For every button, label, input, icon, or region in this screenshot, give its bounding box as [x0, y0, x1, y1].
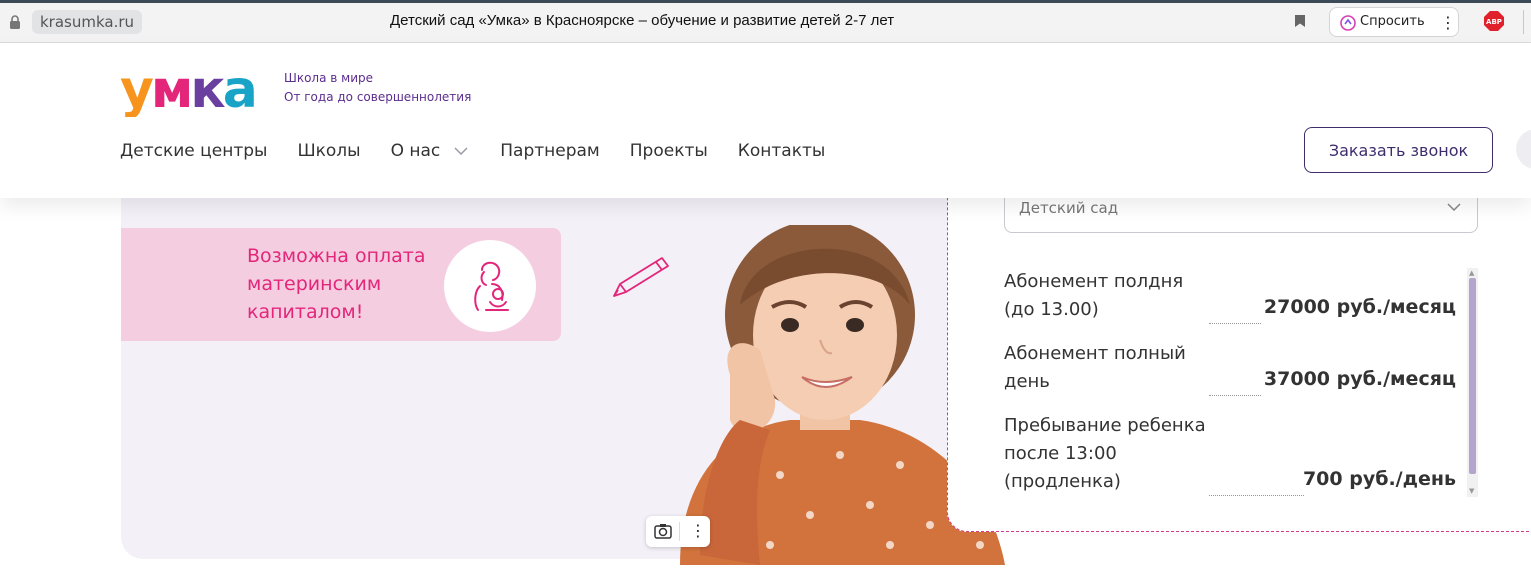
- site-header: умка Школа в мире От года до совершеннол…: [0, 43, 1531, 198]
- price-name-line: день: [1004, 371, 1050, 392]
- price-row: Абонемент полдня (до 13.00) 27000 руб./м…: [1004, 268, 1464, 324]
- header-round-button[interactable]: [1516, 129, 1531, 169]
- nav-children-centers[interactable]: Детские центры: [120, 141, 267, 161]
- price-name-line: Пребывание ребенка: [1004, 415, 1206, 436]
- price-name-line: Абонемент полдня: [1004, 271, 1184, 292]
- ask-button[interactable]: Спросить ⋮: [1329, 7, 1459, 37]
- image-tools-overlay: ⋮: [646, 516, 710, 547]
- dotted-leader: [1209, 395, 1261, 396]
- tagline-line: От года до совершеннолетия: [284, 90, 472, 104]
- nav-projects[interactable]: Проекты: [630, 141, 708, 161]
- scroll-down-arrow-icon[interactable]: ▼: [1469, 487, 1474, 495]
- banner-line: Возможна оплата: [247, 245, 426, 267]
- price-row: Пребывание ребенка после 13:00 (продленк…: [1004, 412, 1464, 496]
- banner-line: материнским: [247, 273, 382, 295]
- camera-search-icon[interactable]: [654, 523, 672, 539]
- svg-text:ABP: ABP: [1486, 18, 1502, 26]
- adblock-icon[interactable]: ABP: [1484, 11, 1504, 31]
- browser-toolbar: krasumka.ru Детский сад «Умка» в Красноя…: [0, 0, 1531, 43]
- price-value: 27000 руб./месяц: [1263, 296, 1456, 318]
- mother-child-icon-circle: [444, 240, 536, 332]
- order-call-button[interactable]: Заказать звонок: [1304, 127, 1493, 173]
- image-more-icon[interactable]: ⋮: [690, 521, 706, 540]
- ask-label: Спросить: [1360, 14, 1425, 29]
- banner-text: Возможна оплата материнским капиталом!: [247, 242, 426, 326]
- maternity-capital-banner: Возможна оплата материнским капиталом!: [121, 228, 561, 341]
- price-name: Абонемент полдня (до 13.00): [1004, 268, 1224, 324]
- dotted-leader: [1209, 323, 1261, 324]
- scroll-up-arrow-icon[interactable]: ▲: [1469, 269, 1474, 277]
- price-row: Абонемент полный день 37000 руб./месяц: [1004, 340, 1464, 396]
- tagline-line: Школа в мире: [284, 71, 373, 85]
- nav-about[interactable]: О нас: [391, 141, 469, 161]
- price-value: 700 руб./день: [1302, 468, 1456, 490]
- tab-title: Детский сад «Умка» в Красноярске – обуче…: [390, 12, 895, 29]
- svg-text:умка: умка: [120, 60, 255, 117]
- program-select-value: Детский сад: [1019, 199, 1119, 217]
- nav-contacts[interactable]: Контакты: [738, 141, 826, 161]
- more-menu-icon[interactable]: ⋮: [1440, 13, 1456, 32]
- price-value: 37000 руб./месяц: [1263, 368, 1456, 390]
- price-name-line: после 13:00: [1004, 443, 1117, 464]
- main-nav: Детские центры Школы О нас Партнерам Про…: [120, 141, 855, 161]
- window-top-line: [0, 0, 1531, 3]
- price-name-line: (продленка): [1004, 471, 1121, 492]
- lock-icon[interactable]: [8, 14, 22, 30]
- chevron-down-icon: [454, 147, 468, 155]
- toolbar-divider: [1523, 10, 1524, 34]
- nav-partners[interactable]: Партнерам: [500, 141, 600, 161]
- nav-schools[interactable]: Школы: [297, 141, 360, 161]
- price-name-line: Абонемент полный: [1004, 343, 1186, 364]
- sparkle-icon: [1340, 15, 1356, 31]
- address-bar[interactable]: krasumka.ru: [32, 10, 143, 34]
- bookmark-icon[interactable]: [1294, 14, 1306, 28]
- banner-line: капиталом!: [247, 301, 364, 323]
- umka-logo[interactable]: умка: [120, 55, 274, 117]
- price-name: Абонемент полный день: [1004, 340, 1224, 396]
- nav-about-label: О нас: [390, 141, 441, 161]
- price-name-line: (до 13.00): [1004, 299, 1099, 320]
- mother-child-icon: [474, 261, 509, 311]
- tools-divider: [679, 522, 680, 541]
- price-scrollbar-thumb[interactable]: [1469, 278, 1476, 474]
- chevron-down-icon: [1447, 203, 1461, 211]
- dotted-leader: [1209, 495, 1304, 496]
- site-tagline: Школа в мире От года до совершеннолетия: [284, 69, 471, 107]
- price-name: Пребывание ребенка после 13:00 (продленк…: [1004, 412, 1224, 496]
